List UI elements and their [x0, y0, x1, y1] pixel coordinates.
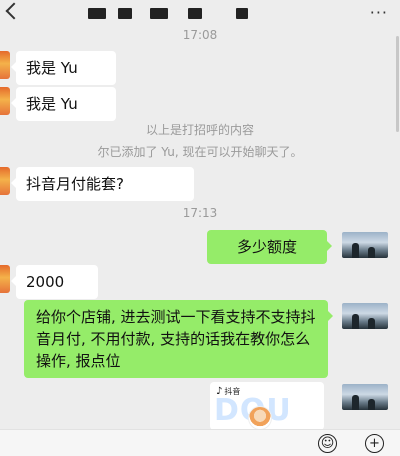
contact-avatar[interactable]: [0, 87, 10, 115]
scrollbar[interactable]: [396, 36, 399, 132]
chevron-left-icon[interactable]: [5, 2, 23, 20]
contact-avatar[interactable]: [0, 51, 10, 79]
user-avatar[interactable]: [342, 303, 388, 329]
contact-avatar[interactable]: [0, 265, 10, 293]
redacted-title-block: [118, 8, 132, 19]
message-bubble-incoming[interactable]: 我是 Yu: [11, 51, 116, 85]
message-bubble-incoming[interactable]: 抖音月付能套?: [11, 167, 194, 201]
plus-circle-icon[interactable]: +: [365, 434, 384, 453]
share-card[interactable]: ♪ 抖音 DOU: [210, 382, 324, 430]
chat-header: ···: [0, 0, 400, 26]
user-avatar[interactable]: [342, 384, 388, 410]
avatar-tree-shape: [368, 399, 375, 410]
timestamp: 17:08: [182, 28, 218, 42]
redacted-title-block: [236, 8, 248, 19]
message-bubble-incoming[interactable]: 2000: [11, 265, 98, 299]
redacted-title-block: [88, 8, 106, 19]
avatar-tree-shape: [368, 247, 375, 258]
message-bubble-outgoing[interactable]: 多少额度: [207, 230, 332, 264]
redacted-title-block: [188, 8, 202, 19]
more-dots-icon[interactable]: ···: [370, 5, 388, 21]
redacted-title-block: [150, 8, 168, 19]
avatar-tree-shape: [352, 243, 359, 258]
timestamp: 17:13: [182, 206, 218, 220]
message-bubble-incoming[interactable]: 我是 Yu: [11, 87, 116, 121]
contact-avatar[interactable]: [0, 167, 10, 195]
emoji-icon[interactable]: ☺: [318, 434, 337, 453]
system-note-greeting: 以上是打招呼的内容: [145, 123, 254, 137]
avatar-tree-shape: [352, 314, 359, 329]
system-note-added: 尔已添加了 Yu, 现在可以开始聊天了。: [97, 145, 303, 159]
message-bubble-outgoing[interactable]: 给你个店铺, 进去测试一下看支持不支持抖音月付, 不用付款, 支持的话我在教你怎…: [24, 300, 333, 378]
share-card-mascot: [248, 406, 272, 430]
avatar-tree-shape: [352, 395, 359, 410]
avatar-tree-shape: [368, 318, 375, 329]
input-toolbar: ☺ +: [0, 429, 400, 456]
user-avatar[interactable]: [342, 232, 388, 258]
